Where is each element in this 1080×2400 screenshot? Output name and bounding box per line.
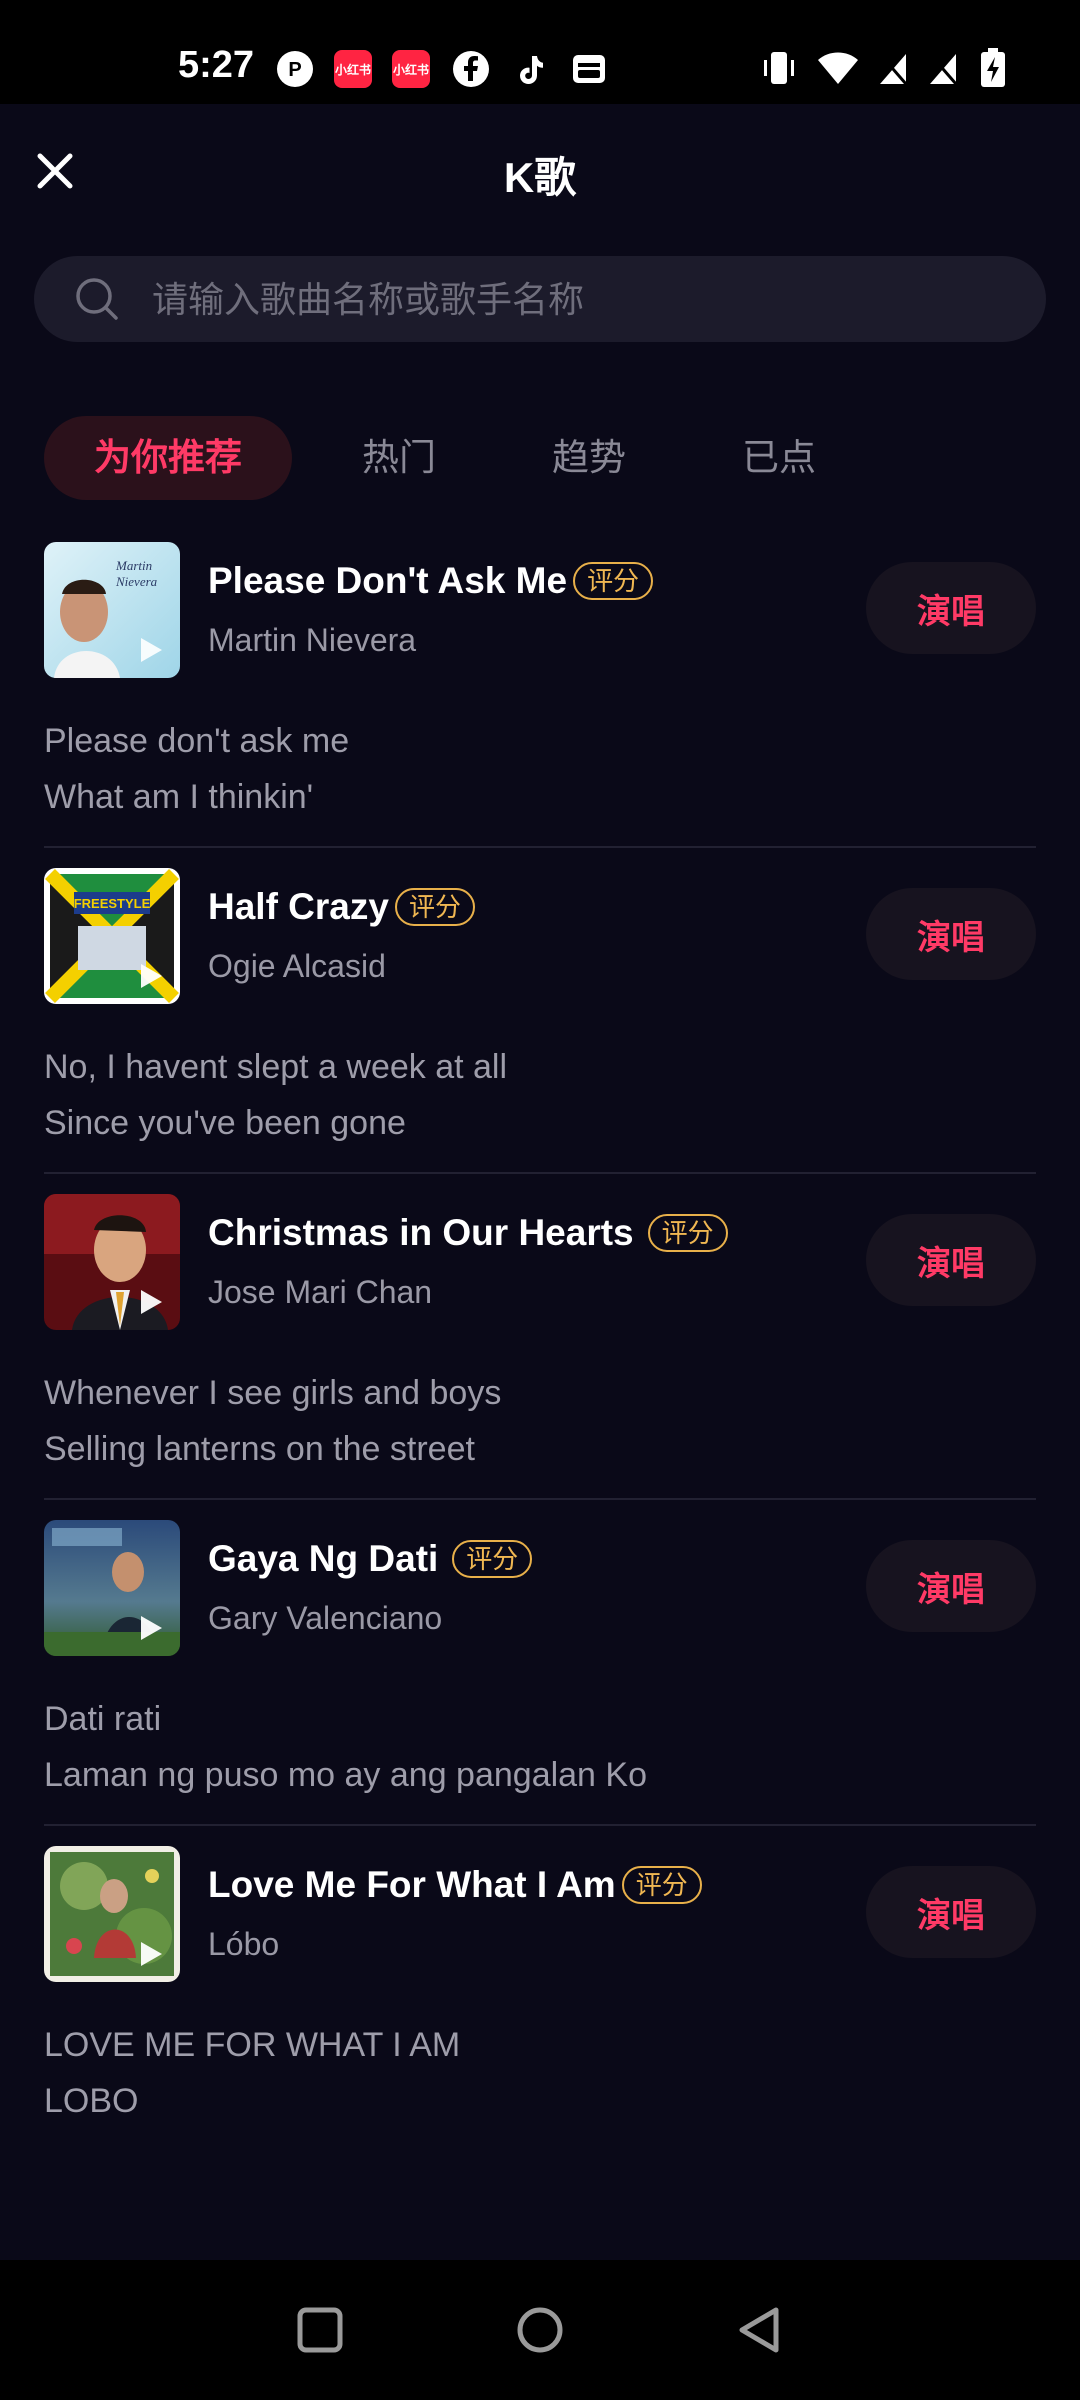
- lyric-line: Selling lanterns on the street: [44, 1430, 475, 1468]
- xiaohongshu-icon: 小红书: [334, 50, 372, 88]
- recents-button[interactable]: [290, 2300, 350, 2360]
- lyric-line: Dati rati: [44, 1700, 162, 1738]
- divider: [44, 846, 1036, 848]
- song-item[interactable]: Christmas in Our Hearts 评分 Jose Mari Cha…: [0, 1194, 1080, 1520]
- album-cover[interactable]: Martin Nievera: [44, 542, 180, 678]
- xiaohongshu-icon: 小红书: [392, 50, 430, 88]
- score-badge: 评分: [573, 562, 654, 600]
- play-icon: [141, 1942, 162, 1966]
- wallet-icon: [570, 50, 608, 88]
- album-cover[interactable]: FREESTYLE: [44, 868, 180, 1004]
- sing-button[interactable]: 演唱: [866, 562, 1036, 654]
- song-title-text: Love Me For What I Am: [208, 1864, 616, 1905]
- tab-ordered[interactable]: 已点: [724, 416, 834, 500]
- sing-button[interactable]: 演唱: [866, 1866, 1036, 1958]
- page-title: K歌: [503, 154, 577, 201]
- song-title: Christmas in Our Hearts 评分: [208, 1212, 728, 1254]
- tab-trending[interactable]: 趋势: [534, 416, 644, 500]
- tab-hot[interactable]: 热门: [344, 416, 454, 500]
- play-icon: [141, 638, 162, 662]
- back-button[interactable]: [730, 2300, 790, 2360]
- top-bar: K歌: [0, 104, 1080, 234]
- system-nav-bar: [0, 2260, 1080, 2400]
- search-input[interactable]: [150, 256, 1014, 344]
- wifi-icon: [816, 48, 860, 88]
- album-cover[interactable]: [44, 1520, 180, 1656]
- svg-text:Nievera: Nievera: [115, 574, 158, 589]
- karaoke-screen: K歌 为你推荐 热门 趋势 已点 Martin Nievera Please D…: [0, 104, 1080, 2260]
- artist-name: Gary Valenciano: [208, 1600, 443, 1636]
- song-title-text: Christmas in Our Hearts: [208, 1212, 634, 1253]
- song-item[interactable]: Gaya Ng Dati 评分 Gary Valenciano 演唱 Dati …: [0, 1520, 1080, 1846]
- album-cover[interactable]: [44, 1194, 180, 1330]
- play-icon: [141, 1290, 162, 1314]
- score-badge: 评分: [394, 888, 475, 926]
- battery-charging-icon: [980, 48, 1006, 88]
- facebook-icon: [452, 50, 490, 88]
- song-title: Half Crazy 评分: [208, 886, 475, 928]
- song-item[interactable]: FREESTYLE Half Crazy 评分 Ogie Alcasid 演唱 …: [0, 868, 1080, 1194]
- sing-button[interactable]: 演唱: [866, 1214, 1036, 1306]
- song-title: Love Me For What I Am 评分: [208, 1864, 702, 1906]
- divider: [44, 1498, 1036, 1500]
- lyric-line: What am I thinkin': [44, 778, 314, 816]
- artist-name: Martin Nievera: [208, 622, 417, 658]
- sing-button[interactable]: 演唱: [866, 1540, 1036, 1632]
- score-badge: 评分: [647, 1214, 728, 1252]
- song-item[interactable]: Martin Nievera Please Don't Ask Me 评分 Ma…: [0, 542, 1080, 868]
- tab-recommended[interactable]: 为你推荐: [44, 416, 292, 500]
- divider: [44, 1172, 1036, 1174]
- lyric-line: Please don't ask me: [44, 722, 350, 760]
- signal-icon: [926, 48, 960, 88]
- song-title-text: Please Don't Ask Me: [208, 560, 568, 601]
- search-icon: [76, 278, 118, 320]
- album-cover[interactable]: [44, 1846, 180, 1982]
- p-app-icon: P: [276, 50, 314, 88]
- sing-button[interactable]: 演唱: [866, 888, 1036, 980]
- song-title: Gaya Ng Dati 评分: [208, 1538, 533, 1580]
- score-badge: 评分: [452, 1540, 533, 1578]
- play-icon: [141, 1616, 162, 1640]
- tiktok-icon: [510, 50, 548, 88]
- lyric-line: LOVE ME FOR WHAT I AM: [44, 2026, 461, 2064]
- square-icon: [297, 2307, 343, 2353]
- circle-icon: [517, 2307, 563, 2353]
- home-button[interactable]: [510, 2300, 570, 2360]
- song-title: Please Don't Ask Me 评分: [208, 560, 654, 602]
- divider: [44, 1824, 1036, 1826]
- status-bar: 5:27 P 小红书 小红书: [0, 0, 1080, 104]
- signal-icon: [876, 48, 910, 88]
- score-badge: 评分: [621, 1866, 702, 1904]
- search-bar[interactable]: [34, 256, 1046, 344]
- lyric-line: Laman ng puso mo ay ang pangalan Ko: [44, 1756, 648, 1794]
- lyric-line: No, I havent slept a week at all: [44, 1048, 508, 1086]
- svg-text:P: P: [288, 59, 301, 81]
- svg-text:FREESTYLE: FREESTYLE: [74, 896, 151, 911]
- lyric-line: Since you've been gone: [44, 1104, 406, 1142]
- svg-text:Martin: Martin: [115, 558, 152, 573]
- artist-name: Ogie Alcasid: [208, 948, 386, 984]
- vibrate-icon: [762, 48, 796, 88]
- tab-bar: 为你推荐 热门 趋势 已点: [44, 416, 1044, 500]
- song-title-text: Gaya Ng Dati: [208, 1538, 439, 1579]
- play-icon: [141, 964, 162, 988]
- triangle-back-icon: [739, 2307, 779, 2353]
- lyric-line: Whenever I see girls and boys: [44, 1374, 502, 1412]
- song-item[interactable]: Love Me For What I Am 评分 Lóbo 演唱 LOVE ME…: [0, 1846, 1080, 2172]
- status-time: 5:27: [178, 44, 255, 86]
- lyric-line: LOBO: [44, 2082, 139, 2120]
- artist-name: Jose Mari Chan: [208, 1274, 433, 1310]
- song-title-text: Half Crazy: [208, 886, 389, 927]
- artist-name: Lóbo: [208, 1926, 280, 1962]
